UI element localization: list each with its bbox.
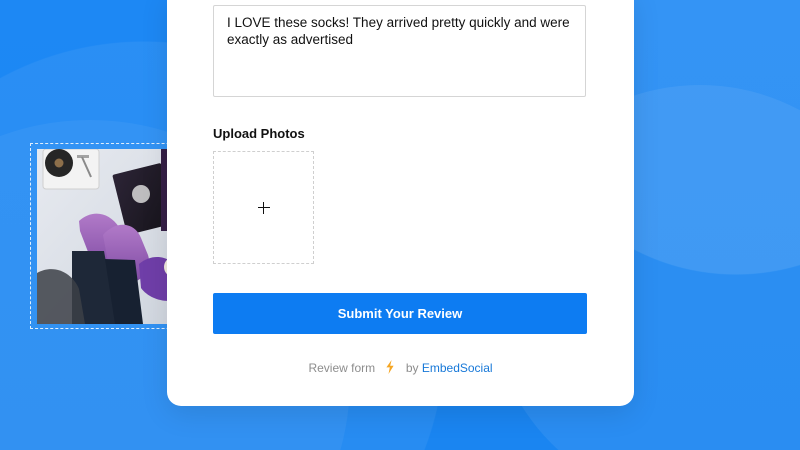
embedsocial-link[interactable]: EmbedSocial: [422, 361, 493, 375]
footer-by: by: [405, 361, 419, 375]
upload-photos-label: Upload Photos: [213, 126, 305, 141]
review-form-card: I LOVE these socks! They arrived pretty …: [167, 0, 634, 406]
album-art: [132, 185, 150, 203]
record-label: [54, 158, 64, 168]
form-footer: Review form by EmbedSocial: [167, 360, 634, 375]
upload-photo-tile[interactable]: [213, 151, 314, 264]
footer-prefix: Review form: [308, 361, 376, 375]
review-textarea[interactable]: I LOVE these socks! They arrived pretty …: [213, 5, 586, 97]
lightning-bolt-icon: [386, 360, 395, 374]
plus-icon: [257, 201, 270, 214]
submit-review-button[interactable]: Submit Your Review: [213, 293, 587, 334]
